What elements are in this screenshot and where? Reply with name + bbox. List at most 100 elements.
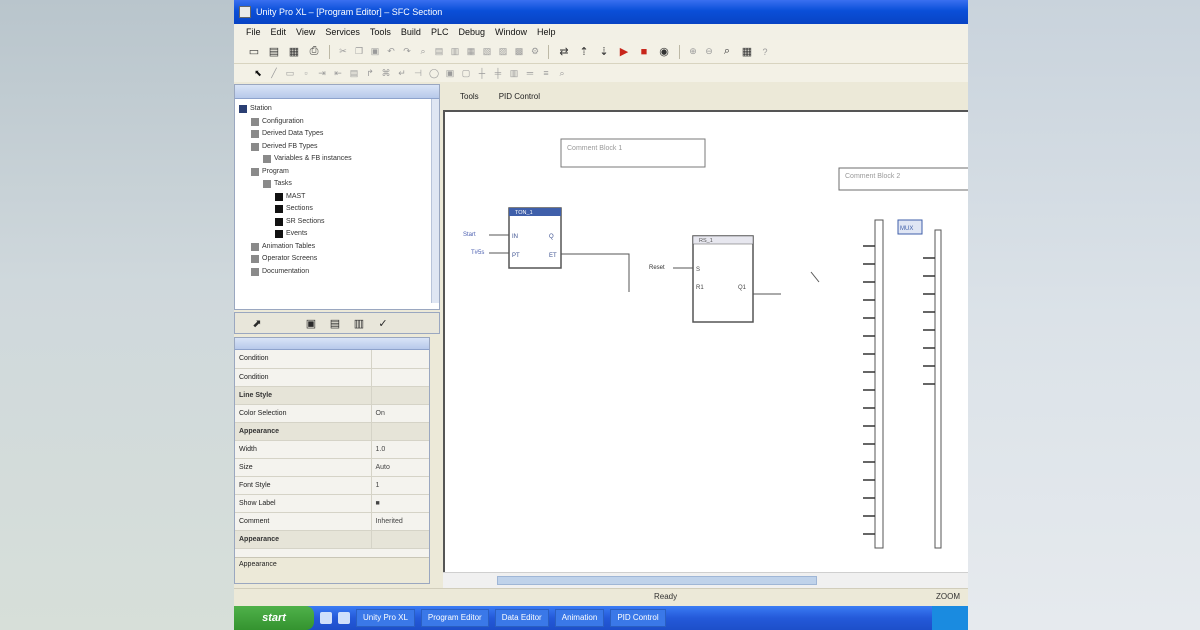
undo-icon[interactable]: ↶	[385, 46, 397, 58]
variable-icon[interactable]: ▫	[300, 67, 312, 79]
contact-icon[interactable]: ⊣	[412, 67, 424, 79]
ffb-icon[interactable]: ▣	[444, 67, 456, 79]
functional-view-icon[interactable]: ▣	[303, 315, 319, 331]
paste-icon[interactable]: ▣	[369, 46, 381, 58]
label-icon[interactable]: ⌘	[380, 67, 392, 79]
property-row[interactable]: Condition	[235, 368, 429, 387]
macro-icon[interactable]: ▥	[508, 67, 520, 79]
property-row[interactable]: Line Style	[235, 386, 429, 405]
property-value[interactable]: Auto	[370, 458, 429, 477]
property-row[interactable]: Show Label ■	[235, 494, 429, 513]
property-value[interactable]	[370, 368, 429, 387]
property-value[interactable]: ■	[370, 494, 429, 513]
property-row[interactable]: Color Selection On	[235, 404, 429, 423]
tree-item[interactable]: SR Sections	[239, 216, 439, 229]
zoom-in-icon[interactable]: ⊕	[687, 46, 699, 58]
output-icon[interactable]: ⇤	[332, 67, 344, 79]
connect-icon[interactable]: ⇄	[556, 44, 572, 60]
link-icon[interactable]: ╱	[268, 67, 280, 79]
menu-file[interactable]: File	[246, 27, 261, 40]
taskbar-item[interactable]: Animation	[554, 609, 605, 627]
tree-item[interactable]: Tasks	[239, 178, 439, 191]
help-icon[interactable]: ?	[759, 46, 771, 58]
start-button[interactable]: start	[234, 606, 314, 630]
jump-icon[interactable]: ↱	[364, 67, 376, 79]
comment-icon[interactable]: ▤	[348, 67, 360, 79]
tree-item[interactable]: Station	[239, 103, 439, 116]
download-icon[interactable]: ⇣	[596, 44, 612, 60]
mux-block-left[interactable]	[874, 219, 884, 549]
print-icon[interactable]: ⎙	[306, 44, 322, 60]
menu-services[interactable]: Services	[325, 27, 360, 40]
tree-item[interactable]: Sections	[239, 203, 439, 216]
tree-item[interactable]: MAST	[239, 191, 439, 204]
rebuild-icon[interactable]: ▧	[481, 46, 493, 58]
structural-view-icon[interactable]: ⬈	[249, 315, 265, 331]
copy-icon[interactable]: ❐	[353, 46, 365, 58]
transition-icon[interactable]: ┼	[476, 67, 488, 79]
taskbar-item[interactable]: Data Editor	[494, 609, 549, 627]
compare-icon[interactable]: ▩	[513, 46, 525, 58]
quicklaunch-desktop-icon[interactable]	[320, 612, 332, 624]
redo-icon[interactable]: ↷	[401, 46, 413, 58]
find-icon[interactable]: ⌕	[417, 46, 429, 58]
zoom-icon[interactable]: ⌕	[719, 44, 735, 60]
menu-debug[interactable]: Debug	[458, 27, 485, 40]
property-value[interactable]: 1.0	[370, 440, 429, 459]
property-value[interactable]	[370, 386, 429, 405]
tree-item[interactable]: Configuration	[239, 116, 439, 129]
property-value[interactable]: On	[370, 404, 429, 423]
inspect-icon[interactable]: ⌕	[556, 67, 568, 79]
taskbar-item[interactable]: PID Control	[610, 609, 666, 627]
property-value[interactable]	[370, 350, 429, 369]
tab-pid-control[interactable]: PID Control	[499, 92, 540, 108]
comment-block-1[interactable]	[560, 138, 706, 168]
cut-icon[interactable]: ✂	[337, 46, 349, 58]
options-icon[interactable]: ▦	[465, 46, 477, 58]
property-value[interactable]: 1	[370, 476, 429, 495]
expand-icon[interactable]: ▤	[327, 315, 343, 331]
mux-block-right[interactable]	[934, 229, 942, 549]
menu-plc[interactable]: PLC	[431, 27, 449, 40]
tree-item[interactable]: Animation Tables	[239, 241, 439, 254]
transfer-icon[interactable]: ▨	[497, 46, 509, 58]
property-row[interactable]: Size Auto	[235, 458, 429, 477]
tree-item[interactable]: Events	[239, 228, 439, 241]
input-icon[interactable]: ⇥	[316, 67, 328, 79]
select-icon[interactable]: ⬉	[252, 67, 264, 79]
menu-window[interactable]: Window	[495, 27, 527, 40]
alt-branch-icon[interactable]: ≡	[540, 67, 552, 79]
tree-item[interactable]: Derived Data Types	[239, 128, 439, 141]
save-icon[interactable]: ▦	[286, 44, 302, 60]
quicklaunch-browser-icon[interactable]	[338, 612, 350, 624]
property-value[interactable]	[370, 530, 429, 549]
tree-item[interactable]: Variables & FB instances	[239, 153, 439, 166]
analyze-icon[interactable]: ▥	[449, 46, 461, 58]
grid-icon[interactable]: ▦	[739, 44, 755, 60]
function-block-2[interactable]	[692, 235, 754, 323]
filter-icon[interactable]: ✓	[375, 315, 391, 331]
taskbar-item[interactable]: Program Editor	[420, 609, 489, 627]
taskbar-item[interactable]: Unity Pro XL	[356, 609, 415, 627]
animation-icon[interactable]: ◉	[656, 44, 672, 60]
tree-item[interactable]: Program	[239, 166, 439, 179]
build-icon[interactable]: ▤	[433, 46, 445, 58]
property-value[interactable]: Inherited	[370, 512, 429, 531]
collapse-icon[interactable]: ▥	[351, 315, 367, 331]
tree-item[interactable]: Documentation	[239, 266, 439, 279]
menu-help[interactable]: Help	[537, 27, 556, 40]
coil-icon[interactable]: ◯	[428, 67, 440, 79]
property-value[interactable]	[370, 422, 429, 441]
menu-edit[interactable]: Edit	[271, 27, 287, 40]
open-icon[interactable]: ▤	[266, 44, 282, 60]
upload-icon[interactable]: ⇡	[576, 44, 592, 60]
property-row[interactable]: Condition	[235, 350, 429, 369]
step-icon[interactable]: ▢	[460, 67, 472, 79]
return-icon[interactable]: ↵	[396, 67, 408, 79]
tree-scrollbar[interactable]	[431, 99, 439, 303]
menu-tools[interactable]: Tools	[370, 27, 391, 40]
property-row[interactable]: Comment Inherited	[235, 512, 429, 531]
branch-icon[interactable]: ╪	[492, 67, 504, 79]
window-titlebar[interactable]: Unity Pro XL – [Program Editor] – SFC Se…	[234, 0, 968, 24]
new-icon[interactable]: ▭	[246, 44, 262, 60]
